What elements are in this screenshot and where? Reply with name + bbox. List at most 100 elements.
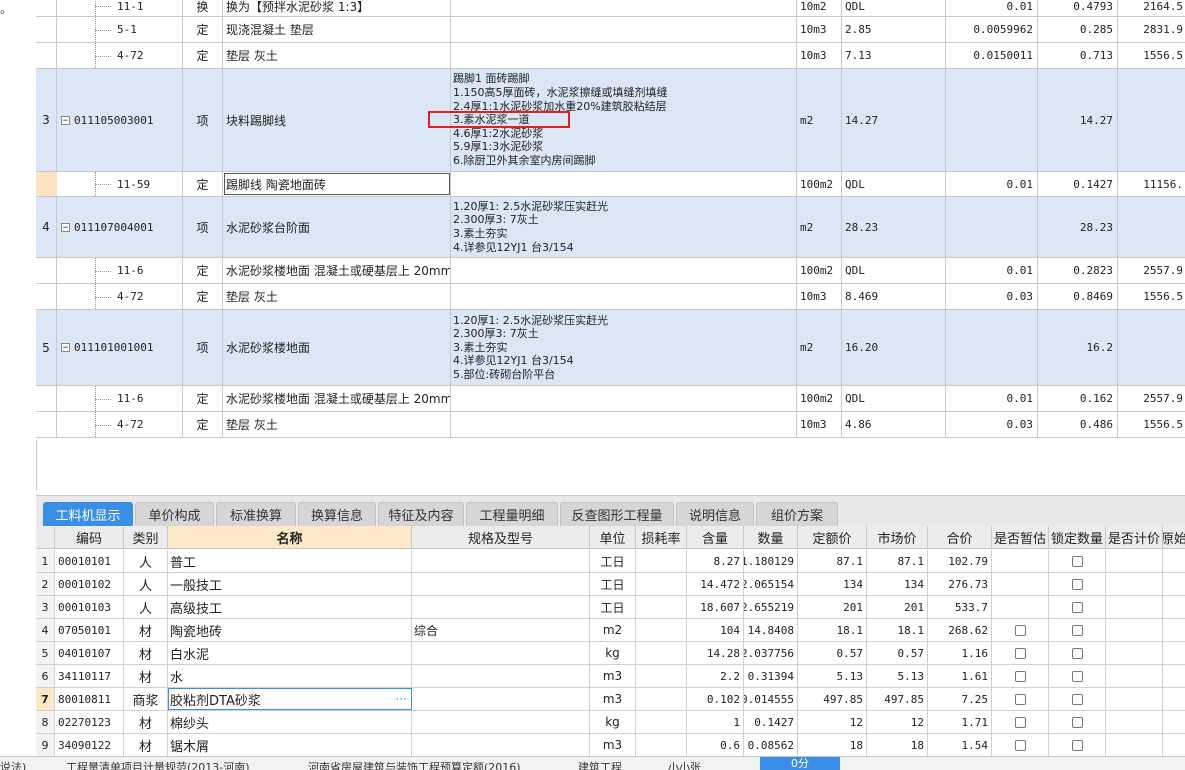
resource-loss-rate[interactable] <box>636 596 687 618</box>
resource-market-price[interactable]: 497.85 <box>867 688 928 710</box>
priced-cell[interactable] <box>1106 688 1163 710</box>
priced-cell[interactable] <box>1106 665 1163 687</box>
resource-content[interactable]: 14.28 <box>687 642 744 664</box>
resource-code[interactable]: 04010107 <box>55 642 124 664</box>
collapse-icon[interactable]: − <box>61 222 70 232</box>
item-name[interactable]: 换为【预拌水泥砂浆 1:3】 <box>223 0 451 16</box>
item-code-cell[interactable]: 11-6 <box>57 258 183 283</box>
resource-row[interactable]: 6 34110117 材水 m3 2.2 0.31394 5.13 5.13 1.61 <box>36 665 1185 688</box>
resource-spec[interactable] <box>412 550 590 572</box>
item-features-cell[interactable] <box>451 17 797 42</box>
resource-content[interactable]: 14.472 <box>687 573 744 595</box>
item-name[interactable]: 垫层 灰土 <box>223 284 451 309</box>
resource-market-price[interactable]: 12 <box>867 711 928 733</box>
priced-cell[interactable] <box>1106 734 1163 756</box>
resource-code[interactable]: 80010811 <box>55 688 124 710</box>
header-6[interactable]: 损耗率 <box>636 526 687 548</box>
resource-name[interactable]: 胶粘剂DTA砂浆 ··· <box>168 688 412 710</box>
resource-loss-rate[interactable] <box>636 711 687 733</box>
resource-market-price[interactable]: 134 <box>867 573 928 595</box>
resource-market-price[interactable]: 201 <box>867 596 928 618</box>
header-4[interactable]: 规格及型号 <box>412 526 590 548</box>
provisional-cell[interactable] <box>992 596 1049 618</box>
resource-content[interactable]: 18.607 <box>687 596 744 618</box>
item-name[interactable]: 垫层 灰土 <box>223 43 451 68</box>
resource-market-price[interactable]: 5.13 <box>867 665 928 687</box>
resource-content[interactable]: 2.2 <box>687 665 744 687</box>
provisional-cell[interactable] <box>992 573 1049 595</box>
provisional-cell[interactable] <box>992 642 1049 664</box>
status-item-2[interactable]: 工程量清单项目计量规范(2013-河南) <box>66 759 250 770</box>
resource-code[interactable]: 02270123 <box>55 711 124 733</box>
item-features-cell[interactable] <box>451 258 797 283</box>
item-name[interactable]: 垫层 灰土 <box>223 412 451 437</box>
lock-quantity-cell[interactable] <box>1049 642 1106 664</box>
resource-code[interactable]: 00010103 <box>55 596 124 618</box>
item-features-cell[interactable] <box>451 412 797 437</box>
item-quantity-expression[interactable]: QDL <box>842 258 946 283</box>
item-code-cell[interactable]: 5-1 <box>57 17 183 42</box>
provisional-cell[interactable] <box>992 665 1049 687</box>
header-10[interactable]: 市场价 <box>867 526 928 548</box>
resource-loss-rate[interactable] <box>636 642 687 664</box>
collapse-icon[interactable]: − <box>61 115 70 125</box>
quota-row[interactable]: 11-6 定水泥砂浆楼地面 混凝土或硬基层上 20mm 100m2 QDL 0.01 0.… <box>36 386 1185 412</box>
item-name[interactable]: 现浇混凝土 垫层 <box>223 17 451 42</box>
resource-row[interactable]: 9 34090122 材锯木屑 m3 0.6 0.08562 18 18 1.54 <box>36 734 1185 756</box>
header-13[interactable]: 锁定数量 <box>1049 526 1106 548</box>
resource-spec[interactable] <box>412 596 590 618</box>
item-quantity-expression[interactable]: QDL <box>842 172 946 196</box>
collapse-icon[interactable]: − <box>61 343 70 353</box>
item-quantity-expression[interactable]: 4.86 <box>842 412 946 437</box>
provisional-checkbox[interactable] <box>1014 716 1026 728</box>
header-9[interactable]: 定额价 <box>798 526 867 548</box>
quota-row[interactable]: 4-72 定垫层 灰土 10m3 7.13 0.0150011 0.713 1556.5 <box>36 43 1185 69</box>
item-quantity-expression[interactable]: QDL <box>842 0 946 16</box>
resource-spec[interactable] <box>412 688 590 710</box>
item-code-cell[interactable]: 11-6 <box>57 386 183 411</box>
resource-market-price[interactable]: 0.57 <box>867 642 928 664</box>
resource-spec[interactable] <box>412 665 590 687</box>
bill-item-row[interactable]: 4−011107004001 项水泥砂浆台阶面 1.20厚1: 2.5水泥砂浆压实赶… <box>36 197 1185 258</box>
resource-name[interactable]: 普工 <box>168 550 412 572</box>
priced-cell[interactable] <box>1106 642 1163 664</box>
tab-7[interactable]: 反查图形工程量 <box>560 502 674 526</box>
lock-quantity-cell[interactable] <box>1049 734 1106 756</box>
bill-item-row[interactable]: 5−011101001001 项水泥砂浆楼地面 1.20厚1: 2.5水泥砂浆压实赶… <box>36 310 1185 386</box>
item-name[interactable]: 水泥砂浆台阶面 <box>223 197 451 257</box>
item-features-cell[interactable]: 1.20厚1: 2.5水泥砂浆压实赶光 2.300厚3: 7灰土 3.素土夯实 … <box>451 310 797 385</box>
tab-8[interactable]: 说明信息 <box>676 502 754 526</box>
provisional-cell[interactable] <box>992 711 1049 733</box>
status-item-4[interactable]: 建筑工程 <box>578 759 622 770</box>
header-5[interactable]: 单位 <box>590 526 636 548</box>
resource-content[interactable]: 0.6 <box>687 734 744 756</box>
resource-name[interactable]: 高级技工 <box>168 596 412 618</box>
resource-spec[interactable] <box>412 573 590 595</box>
item-features-cell[interactable]: 1.20厚1: 2.5水泥砂浆压实赶光 2.300厚3: 7灰土 3.素土夯实 … <box>451 197 797 257</box>
resource-spec[interactable] <box>412 642 590 664</box>
item-quantity-expression[interactable]: QDL <box>842 386 946 411</box>
item-quantity-expression[interactable]: 14.27 <box>842 69 946 171</box>
more-options-icon[interactable]: ··· <box>396 692 407 706</box>
lock-quantity-cell[interactable] <box>1049 573 1106 595</box>
lock-quantity-checkbox[interactable] <box>1071 578 1083 590</box>
resource-row[interactable]: 8 02270123 材棉纱头 kg 1 0.1427 12 12 1.71 <box>36 711 1185 734</box>
lock-quantity-checkbox[interactable] <box>1071 555 1083 567</box>
header-3[interactable]: 名称 <box>168 526 412 548</box>
resource-row[interactable]: 4 07050101 材陶瓷地砖 综合 m2 104 14.8408 18.1 18.1 268.… <box>36 619 1185 642</box>
header-14[interactable]: 是否计价 <box>1106 526 1163 548</box>
resource-loss-rate[interactable] <box>636 688 687 710</box>
provisional-checkbox[interactable] <box>1014 739 1026 751</box>
header-11[interactable]: 合价 <box>928 526 992 548</box>
status-button[interactable]: 0分 <box>760 757 840 770</box>
quota-row[interactable]: 11-6 定水泥砂浆楼地面 混凝土或硬基层上 20mm 100m2 QDL 0.01 0.… <box>36 258 1185 284</box>
provisional-checkbox[interactable] <box>1014 624 1026 636</box>
resource-code[interactable]: 34110117 <box>55 665 124 687</box>
resource-spec[interactable] <box>412 734 590 756</box>
status-item-5[interactable]: 小小张 <box>668 759 701 770</box>
resource-code[interactable]: 00010102 <box>55 573 124 595</box>
lock-quantity-checkbox[interactable] <box>1071 716 1083 728</box>
lock-quantity-checkbox[interactable] <box>1071 624 1083 636</box>
resource-row[interactable]: 7 80010811 商浆 胶粘剂DTA砂浆 ··· m3 0.102 0.014555 497… <box>36 688 1185 711</box>
lock-quantity-cell[interactable] <box>1049 665 1106 687</box>
